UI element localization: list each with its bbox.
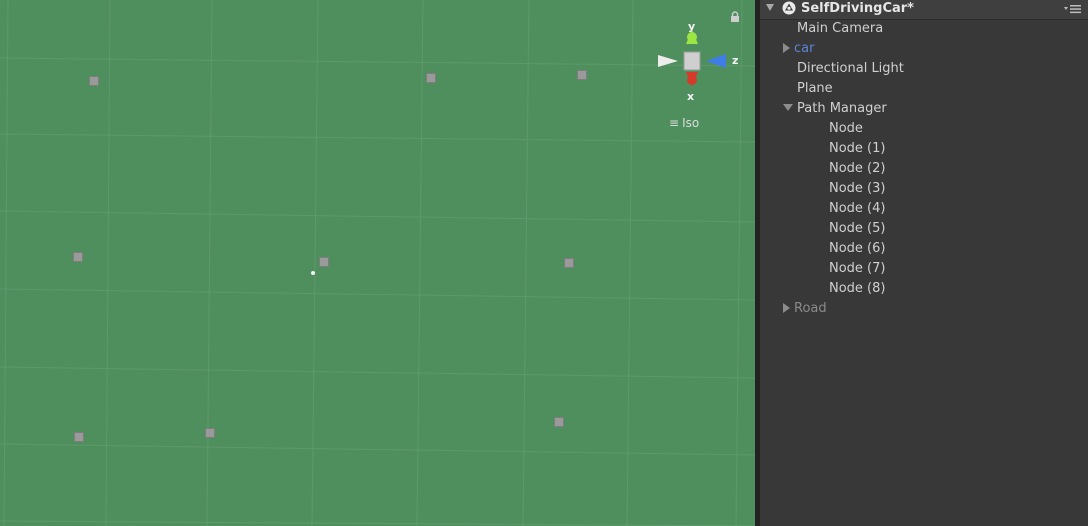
- hierarchy-item[interactable]: Main Camera: [797, 19, 883, 39]
- hierarchy-item-label: Node (1): [829, 141, 886, 156]
- hierarchy-item-label: Node: [829, 121, 863, 136]
- node-marker[interactable]: [554, 417, 564, 427]
- hierarchy-item[interactable]: Node (2): [829, 159, 885, 179]
- hierarchy-item[interactable]: car: [783, 39, 814, 59]
- hierarchy-item[interactable]: Path Manager: [783, 99, 887, 119]
- hierarchy-item[interactable]: Node (8): [829, 279, 885, 299]
- gizmo-z-label: z: [732, 54, 739, 67]
- hierarchy-item-label: Node (4): [829, 201, 886, 216]
- hierarchy-item[interactable]: Node (4): [829, 199, 885, 219]
- unity-logo-icon: [782, 1, 796, 15]
- node-marker[interactable]: [426, 73, 436, 83]
- projection-toggle[interactable]: ≡ Iso: [669, 116, 699, 130]
- hierarchy-item-label: Node (3): [829, 181, 886, 196]
- hierarchy-panel: SelfDrivingCar* Main Camera car Directiona…: [760, 0, 1088, 526]
- hierarchy-item-label: Path Manager: [797, 101, 887, 116]
- hierarchy-item-label: Node (7): [829, 261, 886, 276]
- node-marker[interactable]: [564, 258, 574, 268]
- orientation-gizmo[interactable]: y z x: [654, 18, 744, 103]
- options-menu-icon[interactable]: [1064, 4, 1082, 14]
- selection-pivot: [311, 271, 315, 275]
- node-marker[interactable]: [205, 428, 215, 438]
- scene-view[interactable]: y z x ≡ Iso: [0, 0, 755, 526]
- gizmo-arrows-icon: [658, 30, 726, 86]
- hierarchy-item[interactable]: Node: [829, 119, 863, 139]
- foldout-expanded-icon[interactable]: [783, 104, 793, 111]
- node-marker[interactable]: [89, 76, 99, 86]
- hierarchy-item[interactable]: Node (5): [829, 219, 885, 239]
- hierarchy-item[interactable]: Plane: [797, 79, 833, 99]
- node-marker[interactable]: [577, 70, 587, 80]
- scene-title: SelfDrivingCar*: [801, 1, 914, 16]
- lock-icon[interactable]: [730, 11, 740, 23]
- hierarchy-item[interactable]: Node (1): [829, 139, 885, 159]
- hierarchy-item-label: Plane: [797, 81, 833, 96]
- hierarchy-item-label: Main Camera: [797, 21, 884, 36]
- hierarchy-item-label: Node (6): [829, 241, 886, 256]
- gizmo-y-label: y: [688, 20, 696, 33]
- node-marker[interactable]: [73, 252, 83, 262]
- hierarchy-item[interactable]: Road: [783, 299, 827, 319]
- scene-header-row[interactable]: SelfDrivingCar*: [760, 0, 1088, 20]
- hierarchy-item-label: Node (8): [829, 281, 886, 296]
- hierarchy-item-label: car: [794, 41, 815, 56]
- node-marker[interactable]: [319, 257, 329, 267]
- hierarchy-item[interactable]: Node (7): [829, 259, 885, 279]
- menu-lines-icon: ≡: [669, 116, 680, 130]
- hierarchy-item-label: Node (5): [829, 221, 886, 236]
- hierarchy-item-label: Node (2): [829, 161, 886, 176]
- foldout-collapsed-icon[interactable]: [783, 302, 790, 313]
- scene-foldout-icon[interactable]: [766, 4, 774, 11]
- projection-label: Iso: [682, 116, 700, 130]
- node-marker[interactable]: [74, 432, 84, 442]
- hierarchy-item-label: Directional Light: [797, 61, 904, 76]
- hierarchy-item-label: Road: [794, 301, 827, 316]
- hierarchy-item[interactable]: Node (6): [829, 239, 885, 259]
- scene-grid: [0, 0, 755, 526]
- gizmo-x-label: x: [687, 90, 695, 103]
- foldout-collapsed-icon[interactable]: [783, 42, 790, 53]
- hierarchy-item[interactable]: Directional Light: [797, 59, 904, 79]
- hierarchy-item[interactable]: Node (3): [829, 179, 885, 199]
